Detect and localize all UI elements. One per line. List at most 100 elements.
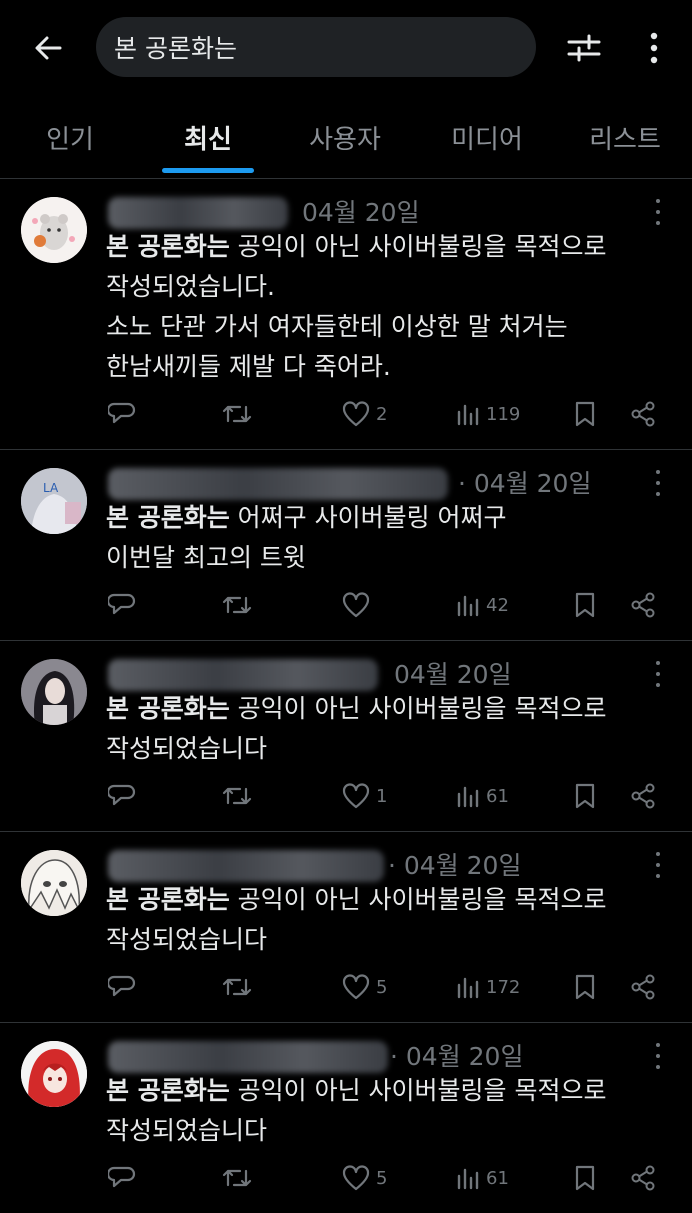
like-button[interactable]: 2 — [342, 394, 387, 434]
post-actions: 5 172 — [0, 967, 692, 1007]
bookmark-button[interactable] — [574, 776, 596, 816]
post-more-button[interactable] — [648, 195, 668, 229]
post-actions: 42 — [0, 585, 692, 625]
reply-button[interactable] — [108, 585, 136, 625]
post-text-line: 작성되었습니다. — [106, 272, 275, 301]
like-count: 5 — [376, 1167, 388, 1189]
post-text-line: 어쩌구 사이버불링 어쩌구 — [229, 503, 507, 532]
post[interactable]: 04월 20일 본 공론화는 공익이 아닌 사이버불링을 목적으로 작성되었습니… — [0, 179, 692, 450]
like-button[interactable]: 5 — [342, 967, 387, 1007]
blurred-username[interactable] — [108, 1041, 388, 1073]
share-icon — [631, 401, 655, 427]
reply-button[interactable] — [108, 776, 136, 816]
share-button[interactable] — [630, 1158, 656, 1198]
repost-icon — [222, 787, 252, 805]
post-date[interactable]: 04월 20일 — [394, 655, 512, 691]
avatar[interactable] — [21, 197, 87, 263]
heart-icon — [342, 1165, 370, 1191]
like-count: 2 — [376, 403, 388, 425]
more-vertical-icon — [650, 32, 658, 64]
view-count: 119 — [486, 403, 521, 425]
active-tab-indicator — [162, 168, 254, 173]
tab-latest[interactable]: 최신 — [158, 96, 258, 178]
post-text-line: 공익이 아닌 사이버불링을 목적으로 — [229, 1076, 607, 1105]
repost-icon — [222, 596, 252, 614]
post-text-line: 공익이 아닌 사이버불링을 목적으로 — [229, 232, 607, 261]
post-text-line: 작성되었습니다 — [106, 1116, 268, 1145]
tab-lists[interactable]: 리스트 — [570, 96, 680, 178]
avatar[interactable] — [21, 659, 87, 725]
share-button[interactable] — [630, 585, 656, 625]
heart-icon — [342, 783, 370, 809]
repost-button[interactable] — [222, 776, 252, 816]
post-text: 본 공론화는 공익이 아닌 사이버불링을 목적으로 작성되었습니다 — [106, 689, 666, 769]
search-tabs: 인기 최신 사용자 미디어 리스트 — [0, 96, 692, 179]
avatar[interactable] — [21, 1041, 87, 1107]
post-keyword: 본 공론화는 — [106, 232, 230, 261]
view-count: 172 — [486, 976, 521, 998]
bookmark-icon — [575, 401, 595, 427]
views-button[interactable]: 42 — [456, 585, 509, 625]
back-button[interactable] — [26, 26, 70, 70]
blurred-username[interactable] — [108, 468, 448, 500]
views-button[interactable]: 172 — [456, 967, 520, 1007]
post-date[interactable]: · 04월 20일 — [390, 1037, 523, 1073]
search-input[interactable]: 본 공론화는 — [96, 17, 536, 77]
share-button[interactable] — [630, 776, 656, 816]
post[interactable]: LA · 04월 20일 본 공론화는 어쩌구 사이버불링 어쩌구 이번달 최고… — [0, 450, 692, 641]
views-icon — [457, 786, 479, 808]
blurred-username[interactable] — [108, 197, 288, 229]
repost-button[interactable] — [222, 1158, 252, 1198]
reply-button[interactable] — [108, 1158, 136, 1198]
filter-button[interactable] — [560, 24, 608, 72]
blurred-username[interactable] — [108, 850, 384, 882]
post-text-line: 공익이 아닌 사이버불링을 목적으로 — [229, 694, 607, 723]
view-count: 42 — [486, 594, 509, 616]
tab-popular[interactable]: 인기 — [20, 96, 120, 178]
tab-media[interactable]: 미디어 — [432, 96, 542, 178]
views-icon — [457, 977, 479, 999]
repost-button[interactable] — [222, 967, 252, 1007]
post-actions: 2 119 — [0, 394, 692, 434]
post-more-button[interactable] — [648, 848, 668, 882]
heart-icon — [342, 592, 370, 618]
like-button[interactable]: 1 — [342, 776, 387, 816]
views-button[interactable]: 61 — [456, 1158, 509, 1198]
post-more-button[interactable] — [648, 657, 668, 691]
views-icon — [457, 1168, 479, 1190]
bookmark-icon — [575, 974, 595, 1000]
more-options-button[interactable] — [632, 24, 676, 72]
post-text-line: 공익이 아닌 사이버불링을 목적으로 — [229, 885, 607, 914]
bookmark-button[interactable] — [574, 394, 596, 434]
reply-button[interactable] — [108, 967, 136, 1007]
share-button[interactable] — [630, 967, 656, 1007]
share-button[interactable] — [630, 394, 656, 434]
post-text: 본 공론화는 공익이 아닌 사이버불링을 목적으로 작성되었습니다 — [106, 880, 666, 960]
repost-button[interactable] — [222, 585, 252, 625]
post-more-button[interactable] — [648, 466, 668, 500]
post[interactable]: · 04월 20일 본 공론화는 공익이 아닌 사이버불링을 목적으로 작성되었… — [0, 1023, 692, 1213]
avatar[interactable]: LA — [21, 468, 87, 534]
reply-button[interactable] — [108, 394, 136, 434]
top-bar: 본 공론화는 — [0, 0, 692, 96]
tab-people[interactable]: 사용자 — [290, 96, 400, 178]
post-date[interactable]: · 04월 20일 — [388, 846, 521, 882]
bookmark-button[interactable] — [574, 967, 596, 1007]
like-button[interactable]: 5 — [342, 1158, 387, 1198]
bookmark-button[interactable] — [574, 1158, 596, 1198]
post[interactable]: · 04월 20일 본 공론화는 공익이 아닌 사이버불링을 목적으로 작성되었… — [0, 832, 692, 1023]
avatar[interactable] — [21, 850, 87, 916]
like-button[interactable] — [342, 585, 376, 625]
repost-button[interactable] — [222, 394, 252, 434]
views-button[interactable]: 119 — [456, 394, 520, 434]
post-keyword: 본 공론화는 — [106, 503, 230, 532]
bookmark-button[interactable] — [574, 585, 596, 625]
post[interactable]: 04월 20일 본 공론화는 공익이 아닌 사이버불링을 목적으로 작성되었습니… — [0, 641, 692, 832]
post-more-button[interactable] — [648, 1039, 668, 1073]
views-button[interactable]: 61 — [456, 776, 509, 816]
post-date[interactable]: · 04월 20일 — [458, 464, 591, 500]
views-icon — [457, 595, 479, 617]
post-keyword: 본 공론화는 — [106, 1076, 230, 1105]
post-date[interactable]: 04월 20일 — [302, 193, 420, 229]
blurred-username[interactable] — [108, 659, 378, 691]
